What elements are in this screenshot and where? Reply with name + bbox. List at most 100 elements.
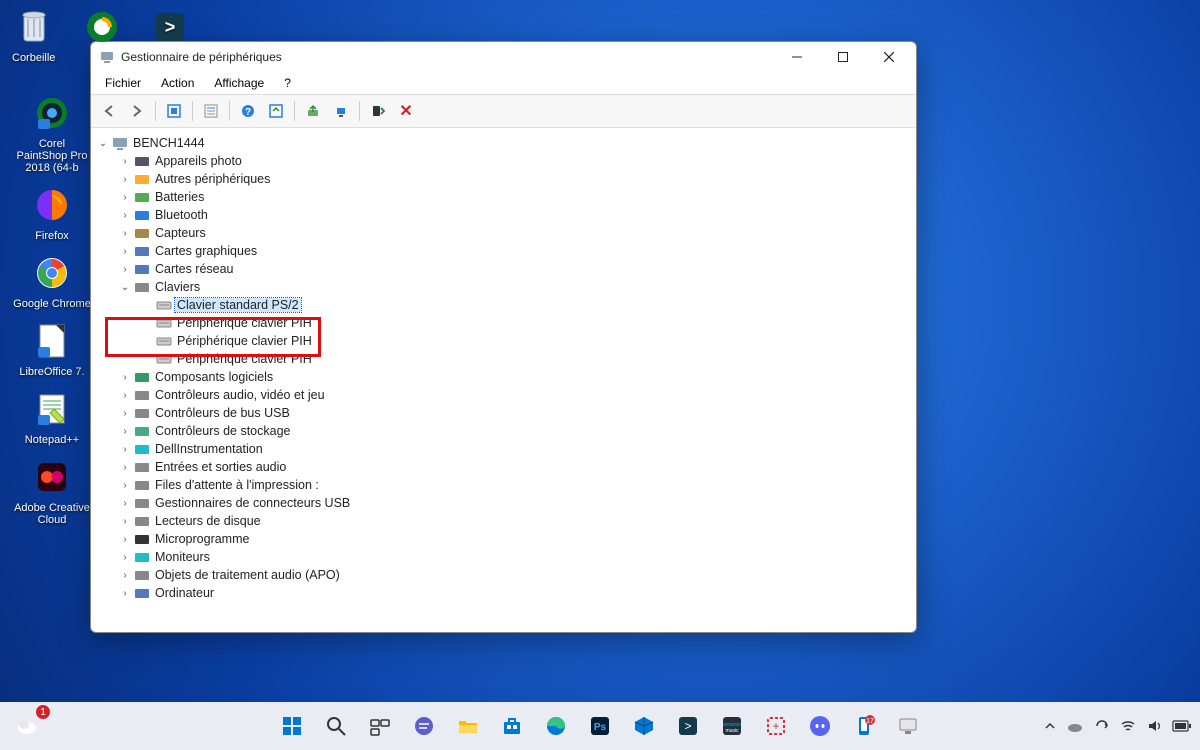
taskbar-app-snip[interactable]: + — [757, 707, 795, 745]
tree-device[interactable]: Clavier standard PS/2 — [141, 296, 916, 314]
tree-category[interactable]: ›Autres périphériques — [119, 170, 916, 188]
tree-category[interactable]: ›Contrôleurs audio, vidéo et jeu — [119, 386, 916, 404]
desktop-icon[interactable]: Adobe Creative Cloud — [12, 456, 92, 526]
tree-device[interactable]: Périphérique clavier PIH — [141, 332, 916, 350]
expand-arrow-icon[interactable]: › — [119, 516, 131, 527]
tray-battery-icon[interactable] — [1172, 720, 1192, 732]
tree-category[interactable]: ›Moniteurs — [119, 548, 916, 566]
properties-button[interactable] — [199, 99, 223, 123]
tree-category[interactable]: ›Capteurs — [119, 224, 916, 242]
expand-arrow-icon[interactable]: › — [119, 210, 131, 221]
tree-device[interactable]: Périphérique clavier PIH — [141, 350, 916, 368]
tree-category[interactable]: ›Composants logiciels — [119, 368, 916, 386]
desktop-icon[interactable]: Corbeille — [12, 6, 55, 64]
desktop-icon[interactable]: Notepad++ — [12, 388, 92, 446]
enable-device-button[interactable] — [366, 99, 390, 123]
desktop-icon[interactable]: Corel PaintShop Pro 2018 (64-b — [12, 92, 92, 174]
desktop-icon[interactable] — [81, 6, 123, 64]
category-icon — [134, 423, 150, 439]
taskbar-app-tasks[interactable] — [361, 707, 399, 745]
tree-category[interactable]: ⌄Claviers — [119, 278, 916, 296]
taskbar-app-start[interactable] — [273, 707, 311, 745]
expand-arrow-icon[interactable]: › — [119, 462, 131, 473]
expand-arrow-icon[interactable]: › — [119, 192, 131, 203]
tray-wifi-icon[interactable] — [1120, 718, 1136, 734]
taskbar-app-chat[interactable] — [405, 707, 443, 745]
taskbar-app-edge[interactable] — [537, 707, 575, 745]
expand-arrow-icon[interactable]: › — [119, 156, 131, 167]
tree-category[interactable]: ›Cartes graphiques — [119, 242, 916, 260]
disable-device-button[interactable]: ✕ — [394, 99, 418, 123]
back-button[interactable] — [97, 99, 121, 123]
weather-widget[interactable] — [8, 707, 46, 745]
desktop-icon[interactable]: LibreOffice 7. — [12, 320, 92, 378]
expand-arrow-icon[interactable]: ⌄ — [119, 282, 131, 293]
expand-arrow-icon[interactable]: › — [119, 498, 131, 509]
taskbar-app-store[interactable] — [493, 707, 531, 745]
tree-category[interactable]: ›Lecteurs de disque — [119, 512, 916, 530]
tree-category[interactable]: ›Cartes réseau — [119, 260, 916, 278]
expand-arrow-icon[interactable]: › — [119, 570, 131, 581]
taskbar-app-amz[interactable]: amazonmusic — [713, 707, 751, 745]
tree-category[interactable]: ›Appareils photo — [119, 152, 916, 170]
tree-category[interactable]: ›Contrôleurs de bus USB — [119, 404, 916, 422]
expand-arrow-icon[interactable]: › — [119, 426, 131, 437]
tree-category[interactable]: ›Objets de traitement audio (APO) — [119, 566, 916, 584]
tree-root[interactable]: ⌄BENCH1444 — [97, 134, 916, 152]
tree-device[interactable]: Périphérique clavier PIH — [141, 314, 916, 332]
menu-item[interactable]: Action — [153, 74, 202, 92]
expand-arrow-icon[interactable]: › — [119, 480, 131, 491]
expand-arrow-icon[interactable]: › — [119, 174, 131, 185]
device-tree[interactable]: ⌄BENCH1444›Appareils photo›Autres périph… — [91, 128, 916, 632]
category-icon — [134, 207, 150, 223]
show-hidden-button[interactable] — [162, 99, 186, 123]
expand-arrow-icon[interactable]: › — [119, 444, 131, 455]
expand-arrow-icon[interactable]: › — [119, 246, 131, 257]
desktop-icon[interactable]: > — [149, 6, 191, 64]
expand-arrow-icon[interactable]: › — [119, 264, 131, 275]
expand-arrow-icon[interactable]: › — [119, 408, 131, 419]
taskbar-app-search[interactable] — [317, 707, 355, 745]
menu-item[interactable]: ? — [276, 74, 299, 92]
expand-arrow-icon[interactable]: › — [119, 552, 131, 563]
update-driver-button[interactable] — [301, 99, 325, 123]
tree-category[interactable]: ›Files d'attente à l'impression : — [119, 476, 916, 494]
scan-button[interactable] — [264, 99, 288, 123]
tray-onedrive-icon[interactable] — [1066, 717, 1084, 735]
svg-text:music: music — [725, 728, 739, 734]
desktop-icon[interactable]: Google Chrome — [12, 252, 92, 310]
taskbar-app-cube[interactable] — [625, 707, 663, 745]
tree-category[interactable]: ›Batteries — [119, 188, 916, 206]
taskbar-app-files[interactable] — [449, 707, 487, 745]
taskbar-app-devmgr[interactable] — [889, 707, 927, 745]
taskbar-app-phone[interactable]: 17 — [845, 707, 883, 745]
taskbar-app-sh[interactable]: > — [669, 707, 707, 745]
expand-arrow-icon[interactable]: › — [119, 228, 131, 239]
expand-arrow-icon[interactable]: › — [119, 534, 131, 545]
tray-chevron-icon[interactable] — [1044, 720, 1056, 732]
tray-sync-icon[interactable] — [1094, 718, 1110, 734]
tree-category[interactable]: ›DellInstrumentation — [119, 440, 916, 458]
expand-arrow-icon[interactable]: › — [119, 390, 131, 401]
desktop-icon[interactable]: Firefox — [12, 184, 92, 242]
tree-category[interactable]: ›Bluetooth — [119, 206, 916, 224]
minimize-button[interactable] — [774, 42, 820, 72]
forward-button[interactable] — [125, 99, 149, 123]
help-button[interactable]: ? — [236, 99, 260, 123]
expand-arrow-icon[interactable]: › — [119, 372, 131, 383]
uninstall-device-button[interactable] — [329, 99, 353, 123]
tree-category[interactable]: ›Ordinateur — [119, 584, 916, 602]
tree-category[interactable]: ›Gestionnaires de connecteurs USB — [119, 494, 916, 512]
tree-category[interactable]: ›Contrôleurs de stockage — [119, 422, 916, 440]
category-icon — [134, 153, 150, 169]
taskbar-app-ps[interactable]: Ps — [581, 707, 619, 745]
tree-category[interactable]: ›Entrées et sorties audio — [119, 458, 916, 476]
menu-item[interactable]: Fichier — [97, 74, 149, 92]
maximize-button[interactable] — [820, 42, 866, 72]
tray-sound-icon[interactable] — [1146, 718, 1162, 734]
tree-category[interactable]: ›Microprogramme — [119, 530, 916, 548]
menu-item[interactable]: Affichage — [206, 74, 272, 92]
close-button[interactable] — [866, 42, 912, 72]
taskbar-app-discord[interactable] — [801, 707, 839, 745]
expand-arrow-icon[interactable]: › — [119, 588, 131, 599]
